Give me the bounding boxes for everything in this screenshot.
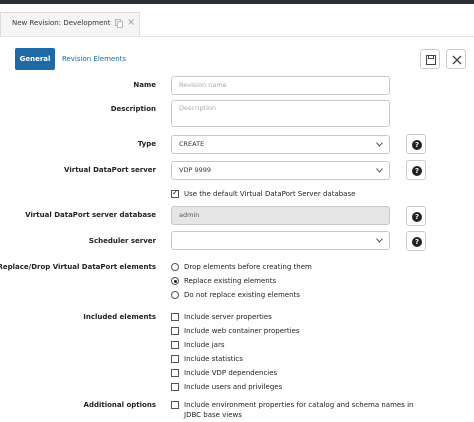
vdp-server-label: Virtual DataPort server [64, 166, 156, 174]
name-label: Name [133, 81, 156, 89]
vdp-server-select[interactable]: VDP 9999 [171, 161, 390, 180]
tab-general[interactable]: General [15, 48, 55, 70]
included-checkbox[interactable] [171, 341, 179, 349]
included-option-label: Include web container properties [184, 327, 300, 335]
included-checkbox[interactable] [171, 355, 179, 363]
help-icon: ? [412, 140, 422, 150]
additional-option-label: Include environment properties for catal… [184, 400, 413, 420]
included-option[interactable]: Include statistics [171, 354, 243, 366]
vdp-server-value: VDP 9999 [179, 166, 211, 174]
save-icon [426, 55, 436, 65]
replace-option-label: Do not replace existing elements [184, 291, 300, 299]
replace-radio[interactable] [171, 277, 179, 285]
vdp-database-input: admin [171, 206, 390, 225]
included-option[interactable]: Include web container properties [171, 326, 300, 338]
use-default-db-option[interactable]: Use the default Virtual DataPort Server … [171, 188, 356, 201]
help-icon: ? [412, 237, 422, 247]
help-icon: ? [412, 166, 422, 176]
help-icon: ? [412, 212, 422, 222]
document-tab-title: New Revision: Development [12, 19, 111, 27]
vdp-server-help-button[interactable]: ? [406, 160, 426, 180]
chevron-down-icon [376, 168, 383, 173]
vdp-database-label: Virtual DataPort server database [25, 211, 156, 219]
close-icon [452, 55, 462, 65]
included-option-label: Include users and privileges [184, 383, 283, 391]
close-icon[interactable]: × [127, 17, 135, 29]
replace-radio[interactable] [171, 263, 179, 271]
additional-option[interactable]: Include environment properties for catal… [171, 400, 413, 422]
additional-option-line1: Include environment properties for catal… [184, 401, 414, 409]
close-button[interactable] [446, 49, 466, 69]
save-button[interactable] [420, 49, 440, 69]
replace-radio[interactable] [171, 291, 179, 299]
included-option[interactable]: Include jars [171, 340, 224, 352]
vdp-database-help-button[interactable]: ? [406, 206, 426, 226]
copy-icon[interactable] [115, 19, 123, 28]
included-checkbox[interactable] [171, 313, 179, 321]
scheduler-select[interactable] [171, 231, 390, 250]
description-label: Description [110, 105, 156, 113]
tab-strip: New Revision: Development × [0, 4, 474, 37]
included-checkbox[interactable] [171, 369, 179, 377]
replace-option[interactable]: Drop elements before creating them [171, 262, 312, 274]
included-option[interactable]: Include users and privileges [171, 382, 282, 394]
replace-option-label: Replace existing elements [184, 277, 277, 285]
replace-option[interactable]: Do not replace existing elements [171, 290, 300, 302]
tab-revision-elements[interactable]: Revision Elements [60, 48, 128, 70]
scheduler-label: Scheduler server [88, 237, 156, 245]
type-value: CREATE [179, 140, 205, 148]
additional-label: Additional options [83, 401, 156, 409]
chevron-down-icon [376, 238, 383, 243]
included-option-label: Include VDP dependencies [184, 369, 278, 377]
included-option[interactable]: Include server properties [171, 312, 272, 324]
name-input[interactable]: Revision name [171, 76, 390, 95]
additional-option-line2: JDBC base views [184, 411, 242, 419]
type-label: Type [137, 140, 156, 148]
use-default-db-checkbox[interactable] [171, 188, 179, 198]
replace-option-label: Drop elements before creating them [184, 263, 312, 271]
additional-checkbox[interactable] [171, 401, 179, 409]
scheduler-help-button[interactable]: ? [406, 231, 426, 251]
document-tab[interactable]: New Revision: Development × [0, 12, 140, 36]
included-checkbox[interactable] [171, 383, 179, 391]
chevron-down-icon [376, 142, 383, 147]
use-default-db-label: Use the default Virtual DataPort Server … [184, 190, 356, 198]
included-label: Included elements [83, 313, 156, 321]
included-option-label: Include statistics [184, 355, 243, 363]
replace-label: Replace/Drop Virtual DataPort elements [0, 263, 156, 271]
type-select[interactable]: CREATE [171, 135, 390, 154]
included-option-label: Include server properties [184, 313, 272, 321]
replace-option[interactable]: Replace existing elements [171, 276, 276, 288]
included-option-label: Include jars [184, 341, 225, 349]
description-textarea[interactable]: Description [171, 100, 390, 127]
included-option[interactable]: Include VDP dependencies [171, 368, 277, 380]
type-help-button[interactable]: ? [406, 134, 426, 154]
included-checkbox[interactable] [171, 327, 179, 335]
